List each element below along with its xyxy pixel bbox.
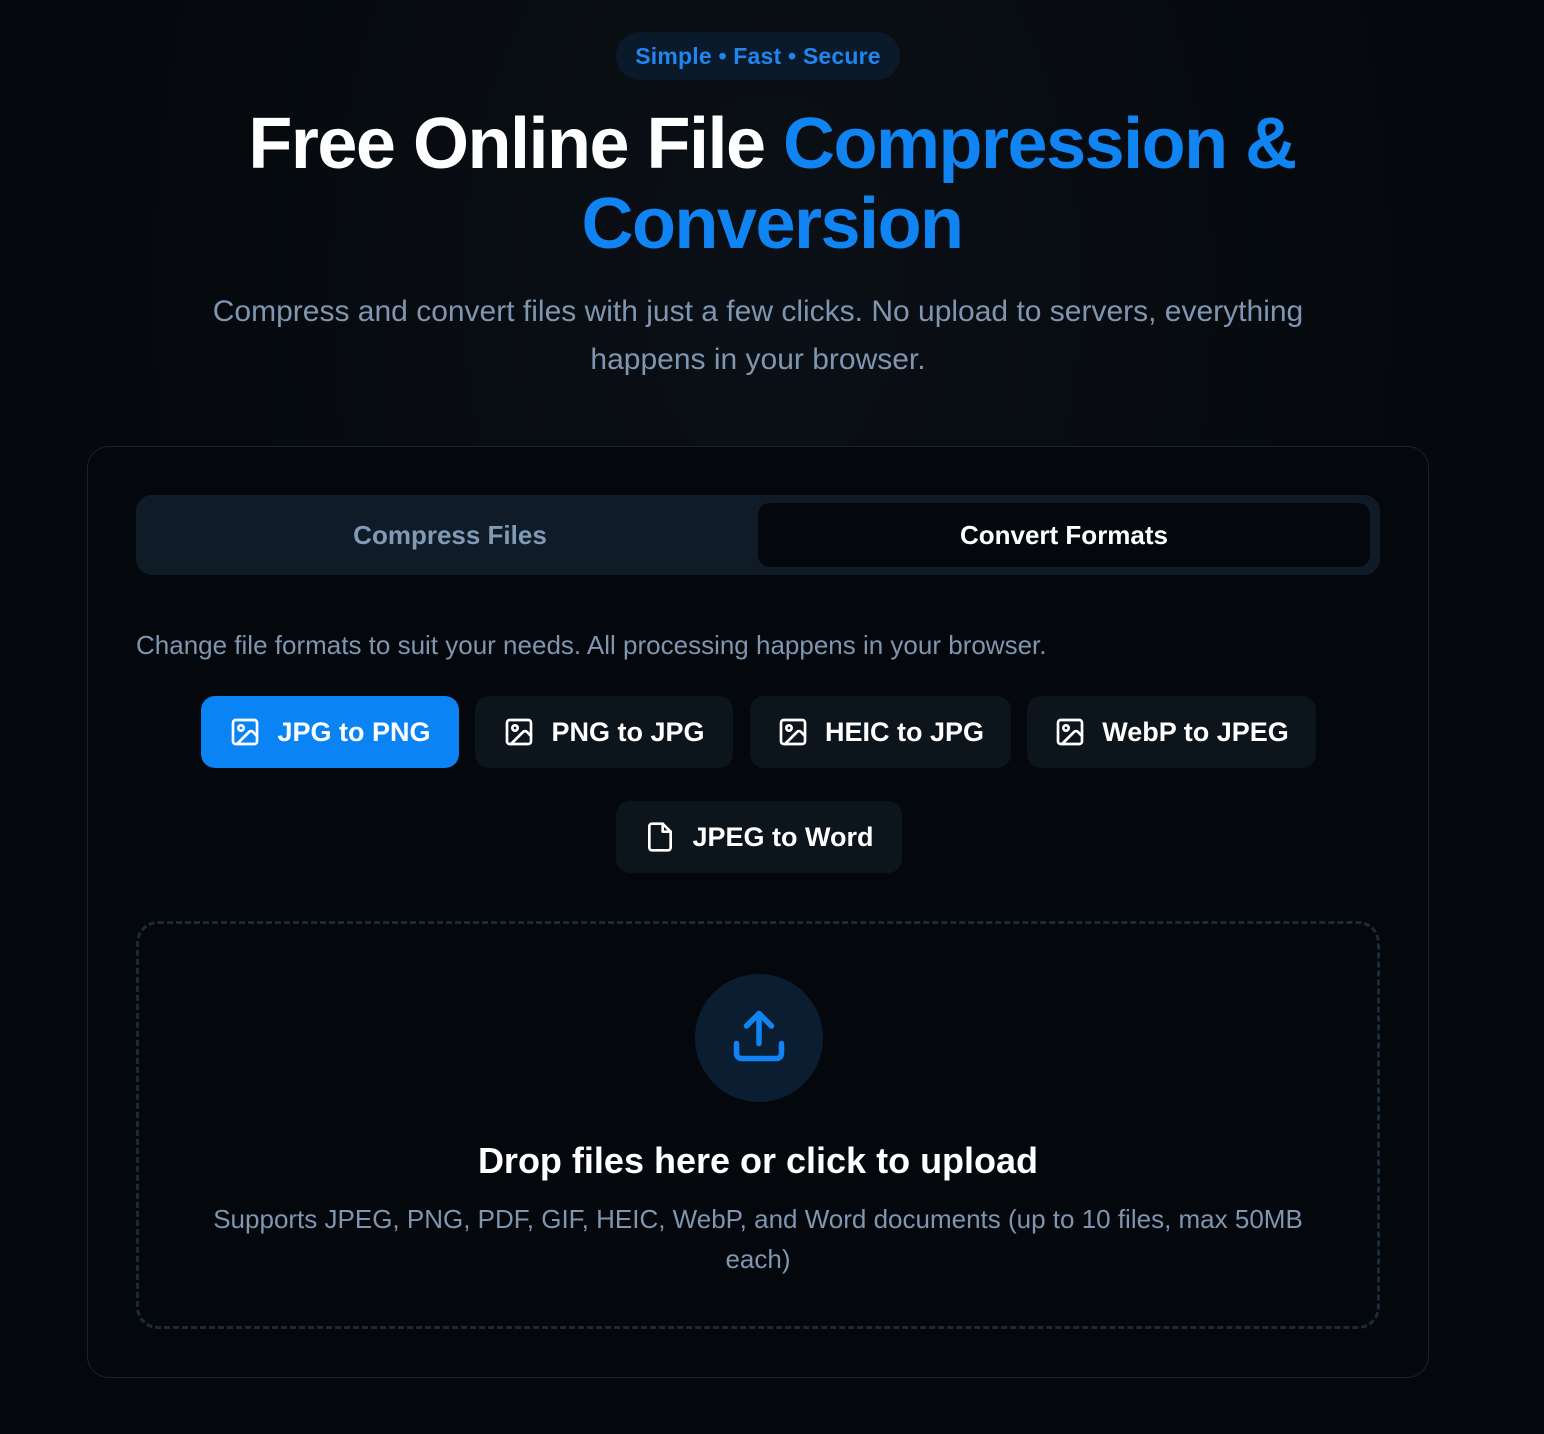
dropzone-title: Drop files here or click to upload — [477, 1140, 1039, 1181]
format-label: WebP to JPEG — [1102, 716, 1289, 747]
file-icon — [644, 821, 676, 853]
convert-description: Change file formats to suit your needs. … — [136, 630, 1047, 660]
image-icon — [1054, 716, 1086, 748]
format-jpeg-to-word-button[interactable]: JPEG to Word — [616, 801, 902, 873]
title-line-1: Free Online File Compression & — [0, 104, 1544, 184]
format-png-to-jpg-button[interactable]: PNG to JPG — [475, 696, 733, 768]
image-icon — [503, 716, 535, 748]
format-label: HEIC to JPG — [824, 716, 985, 747]
format-label: PNG to JPG — [551, 716, 705, 747]
dropzone-subtitle: Supports JPEG, PNG, PDF, GIF, HEIC, WebP… — [213, 1204, 1303, 1274]
page-title: Free Online File Compression & Conversio… — [0, 104, 1544, 264]
tagline-badge: Simple • Fast • Secure — [616, 32, 900, 80]
page-subtitle: Compress and convert files with just a f… — [212, 295, 1304, 376]
format-label: JPEG to Word — [692, 821, 874, 852]
tab-convert-formats[interactable]: Convert Formats — [758, 503, 1370, 567]
image-icon — [229, 716, 261, 748]
upload-icon-circle — [695, 974, 823, 1102]
page: Simple • Fast • Secure Free Online File … — [0, 0, 1544, 1434]
mode-tabs: Compress Files Convert Formats — [136, 495, 1380, 575]
title-blue-part-1: Compression & — [783, 104, 1297, 184]
title-white-part: Free Online File — [248, 104, 766, 184]
tool-card: Compress Files Convert Formats Change fi… — [87, 446, 1429, 1378]
file-dropzone[interactable]: Drop files here or click to upload Suppo… — [136, 921, 1380, 1329]
upload-icon — [729, 1006, 789, 1071]
format-webp-to-jpeg-button[interactable]: WebP to JPEG — [1027, 696, 1316, 768]
format-label: JPG to PNG — [277, 716, 431, 747]
format-heic-to-jpg-button[interactable]: HEIC to JPG — [750, 696, 1011, 768]
format-jpg-to-png-button[interactable]: JPG to PNG — [201, 696, 459, 768]
image-icon — [777, 716, 809, 748]
title-blue-part-2: Conversion — [581, 184, 964, 264]
tab-compress-files[interactable]: Compress Files — [144, 503, 756, 567]
